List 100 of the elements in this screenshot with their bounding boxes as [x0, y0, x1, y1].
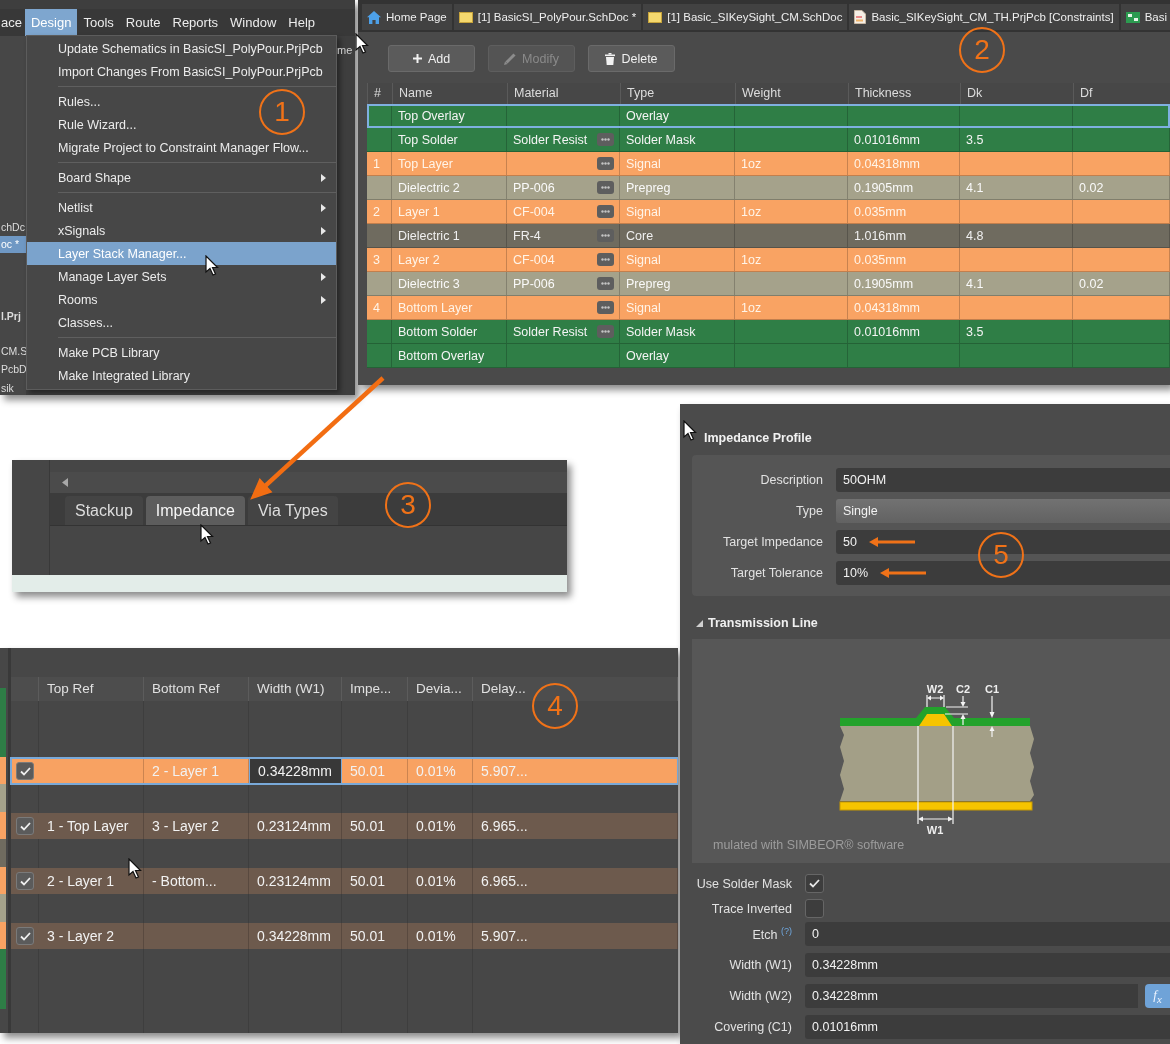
field-label: Type	[794, 503, 823, 520]
table-cell: Layer 1	[398, 204, 440, 219]
submenu-arrow-icon	[321, 295, 326, 304]
ellipsis-button[interactable]	[597, 181, 614, 194]
layer-row[interactable]: Bottom Overlay Overlay	[367, 344, 1170, 368]
ellipsis-button[interactable]	[597, 229, 614, 242]
ellipsis-button[interactable]	[597, 157, 614, 170]
table-cell: 1.016mm	[854, 228, 907, 243]
project-item[interactable]: sik	[0, 380, 26, 395]
menu-item[interactable]: Update Schematics in BasicSI_PolyPour.PrjPcb	[27, 37, 333, 60]
house-icon	[367, 10, 381, 24]
menu-item[interactable]: Migrate Project to Constraint Manager Flow...	[27, 136, 319, 159]
layer-row[interactable]: Bottom Solder Solder Resist Solder Mask 0.01016mm 3.5	[367, 320, 1170, 344]
menu-item[interactable]: xSignals	[27, 219, 336, 242]
project-item[interactable]: PcbD	[0, 361, 26, 378]
check-icon	[19, 766, 31, 776]
text-field[interactable]: 50OHM	[836, 468, 1170, 492]
table-cell: Dielectric 2	[398, 180, 460, 195]
table-row[interactable]: 3 - Layer 2 0.34228mm 50.01 0.01% 5.907...	[11, 923, 678, 949]
sheet-icon	[458, 11, 473, 23]
table-cell: - Bottom...	[144, 868, 249, 894]
text-field[interactable]: 0.34228mm	[805, 953, 1170, 977]
menu-item[interactable]: Make Integrated Library	[27, 364, 200, 387]
checkbox[interactable]	[16, 872, 34, 890]
check-icon	[19, 821, 31, 831]
layer-row[interactable]: Dielectric 1 FR-4 Core 1.016mm 4.8	[367, 224, 1170, 248]
ellipsis-button[interactable]	[597, 205, 614, 218]
project-item[interactable]: l.Prj	[0, 308, 26, 325]
dimension-label: C1	[984, 683, 1000, 695]
field-label: Covering (C1)	[713, 1020, 792, 1034]
callout-number: 1	[259, 89, 305, 135]
dropdown[interactable]: Single	[836, 499, 1170, 523]
menu-item[interactable]: Classes...	[27, 311, 123, 334]
table-cell: 0.035mm	[854, 204, 907, 219]
table-cell: 4.1	[966, 180, 984, 195]
menu-bar-item[interactable]: Tools	[77, 9, 120, 36]
table-cell: 6.965...	[473, 868, 678, 894]
menu-item[interactable]: Manage Layer Sets	[27, 265, 336, 288]
menu-bar-item[interactable]: Reports	[166, 9, 225, 36]
checkbox[interactable]	[16, 927, 34, 945]
table-cell: 0.035mm	[854, 252, 907, 267]
document-tab[interactable]: Basic_SIKeySight_CM_TH.PrjPcb [Constraints]	[849, 4, 1119, 30]
menu-bar-item[interactable]: Window	[224, 9, 283, 36]
ellipsis-button[interactable]	[597, 325, 614, 338]
table-cell: Prepreg	[626, 180, 671, 195]
text-field[interactable]: 0.01016mm	[805, 1015, 1170, 1039]
dimension-line	[989, 695, 995, 738]
field-label: Target Tolerance	[729, 565, 823, 582]
text-field[interactable]: 0	[805, 922, 1170, 946]
checkbox[interactable]	[805, 874, 824, 893]
table-cell: PP-006	[513, 276, 555, 291]
menu-item[interactable]: Make PCB Library	[27, 341, 170, 364]
view-tab[interactable]: Stackup	[65, 496, 143, 525]
table-cell: Signal	[626, 204, 661, 219]
table-row[interactable]: 2 - Layer 1 0.34228mm 50.01 0.01% 5.907...	[11, 758, 678, 784]
add-button[interactable]: Add	[388, 45, 475, 72]
document-tab[interactable]: [1] BasicSI_PolyPour.SchDoc *	[453, 4, 642, 30]
text-field[interactable]: 0.34228mm	[805, 984, 1138, 1008]
view-tab[interactable]: Via Types	[248, 496, 338, 525]
checkbox[interactable]	[805, 899, 824, 918]
menu-item[interactable]: Import Changes From BasicSI_PolyPour.PrjPcb	[27, 60, 333, 83]
document-tab[interactable]: Home Page	[362, 4, 452, 30]
table-row[interactable]: 1 - Top Layer 3 - Layer 2 0.23124mm 50.01 0.01% 6.965...	[11, 813, 678, 839]
ellipsis-icon	[601, 234, 610, 237]
ellipsis-button[interactable]	[597, 133, 614, 146]
panel-title: Impedance Profile	[703, 430, 813, 446]
document-tab[interactable]: [1] Basic_SIKeySight_CM.SchDoc	[643, 4, 848, 30]
menu-item[interactable]: Netlist	[27, 196, 336, 219]
menu-bar-item[interactable]: ace	[0, 9, 25, 36]
plus-icon	[412, 54, 422, 63]
ellipsis-button[interactable]	[597, 277, 614, 290]
menu-bar-item[interactable]: Help	[282, 9, 322, 36]
view-tab[interactable]: Impedance	[145, 496, 245, 525]
layer-row[interactable]: Top Overlay Overlay	[367, 104, 1170, 128]
ellipsis-button[interactable]	[597, 253, 614, 266]
table-cell: 0.01016mm	[854, 132, 920, 147]
menu-item[interactable]: Rooms	[27, 288, 336, 311]
table-cell: Bottom Layer	[398, 300, 473, 315]
document-tab[interactable]: Basi	[1120, 4, 1170, 30]
pointer-cursor-icon	[200, 524, 214, 545]
project-item[interactable]: chDc	[0, 219, 26, 236]
layer-row[interactable]: Top Solder Solder Resist Solder Mask 0.01016mm 3.5	[367, 128, 1170, 152]
checkbox[interactable]	[16, 762, 34, 780]
pointer-cursor-icon	[128, 858, 142, 879]
table-cell: 2	[373, 204, 380, 219]
dimension-label: W2	[926, 683, 944, 695]
delete-button[interactable]: Delete	[588, 45, 675, 72]
submenu-arrow-icon	[321, 173, 326, 182]
table-cell: Dielectric 1	[398, 228, 460, 243]
checkbox[interactable]	[16, 817, 34, 835]
expand-triangle-icon[interactable]	[696, 619, 703, 627]
ellipsis-button[interactable]	[597, 301, 614, 314]
table-row[interactable]: 2 - Layer 1 - Bottom... 0.23124mm 50.01 0.01% 6.965...	[11, 868, 678, 894]
cell-editor[interactable]: 0.34228mm	[249, 758, 342, 784]
project-item[interactable]: CM.S	[0, 343, 26, 360]
menu-item[interactable]: Rule Wizard...	[27, 113, 147, 136]
scroll-left-icon[interactable]	[62, 478, 68, 487]
menu-item[interactable]: Rules...	[27, 90, 111, 113]
menu-item[interactable]: Board Shape	[27, 166, 336, 189]
menu-bar-item[interactable]: Route	[119, 9, 167, 36]
